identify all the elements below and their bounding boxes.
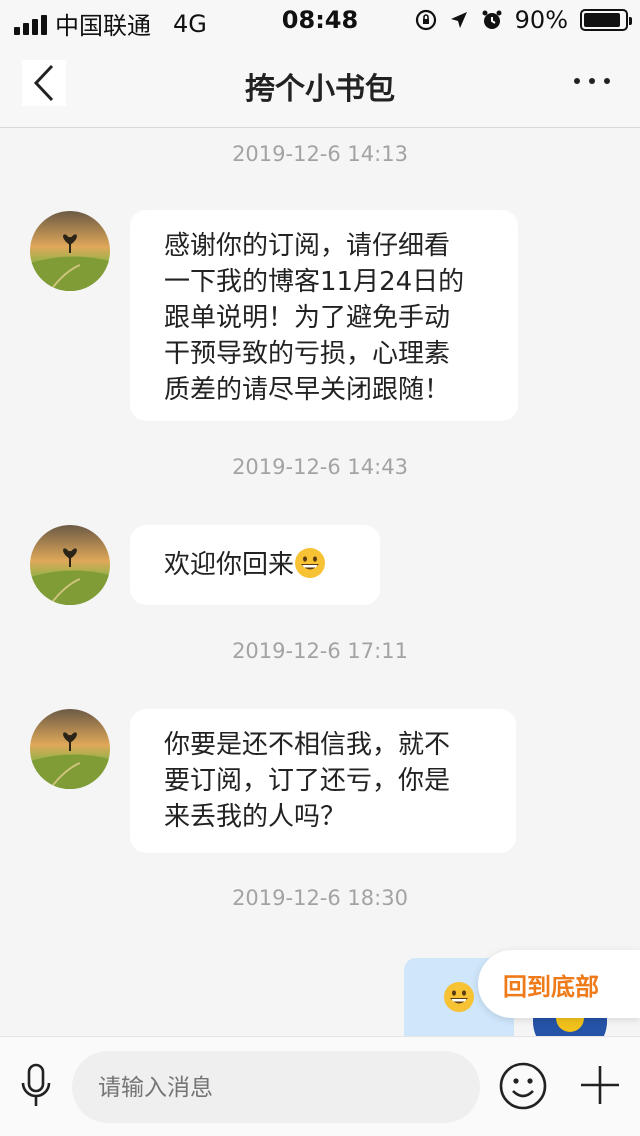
avatar[interactable]: [30, 709, 110, 789]
battery-icon: [580, 9, 632, 31]
grinning-emoji-icon: [444, 982, 474, 1012]
grinning-emoji-icon: [295, 548, 326, 578]
voice-button[interactable]: [20, 1063, 52, 1113]
plus-icon: [581, 1066, 619, 1104]
message-timestamp: 2019-12-6 18:30: [232, 886, 408, 910]
message-line: 你要是还不相信我，就不: [164, 730, 451, 760]
orientation-lock-icon: [415, 9, 436, 31]
status-right: 90%: [415, 6, 632, 34]
message-timestamp: 2019-12-6 14:13: [232, 142, 408, 166]
avatar[interactable]: [30, 525, 110, 605]
message-text: 欢迎你回来: [164, 550, 295, 580]
message-timestamp: 2019-12-6 14:43: [232, 455, 408, 479]
emoji-icon: [499, 1062, 547, 1110]
message-line: 一下我的博客11月24日的: [164, 267, 465, 297]
message-input[interactable]: [72, 1051, 480, 1123]
plus-button[interactable]: [578, 1063, 622, 1111]
message-line: 质差的请尽早关闭跟随！: [164, 375, 451, 405]
avatar[interactable]: [30, 211, 110, 291]
page-title: 挎个小书包: [245, 72, 395, 107]
emoji-button[interactable]: [498, 1061, 548, 1115]
message-line: 干预导致的亏损，心理素: [164, 339, 451, 369]
message-bubble[interactable]: 你要是还不相信我，就不 要订阅，订了还亏，你是 来丢我的人吗？: [130, 709, 516, 853]
message-line: 要订阅，订了还亏，你是: [164, 766, 451, 796]
more-dots-icon: [574, 78, 580, 84]
nav-bar: 挎个小书包: [0, 42, 640, 128]
message-line: 感谢你的订阅，请仔细看: [164, 231, 451, 261]
alarm-icon: [482, 10, 502, 29]
battery-percent: 90%: [514, 6, 568, 34]
microphone-icon: [21, 1063, 51, 1106]
back-to-bottom-button[interactable]: 回到底部: [478, 950, 640, 1018]
input-bar: [0, 1036, 640, 1136]
battery-fill: [584, 13, 620, 27]
message-bubble[interactable]: 感谢你的订阅，请仔细看 一下我的博客11月24日的 跟单说明！为了避免手动 干预…: [130, 210, 518, 421]
message-line: 跟单说明！为了避免手动: [164, 303, 451, 333]
more-dot: [589, 78, 595, 84]
more-dot: [604, 78, 610, 84]
status-bar: 中国联通 4G 08:48 90%: [0, 0, 640, 42]
chat-area[interactable]: 2019-12-6 14:13 感谢你的订阅，请仔细看 一下我的博客11月24日…: [0, 128, 640, 1036]
message-line: 来丢我的人吗？: [164, 802, 347, 832]
message-bubble[interactable]: 欢迎你回来: [130, 525, 380, 605]
location-icon: [450, 12, 467, 28]
message-timestamp: 2019-12-6 17:11: [232, 639, 408, 663]
more-button[interactable]: [574, 78, 610, 84]
